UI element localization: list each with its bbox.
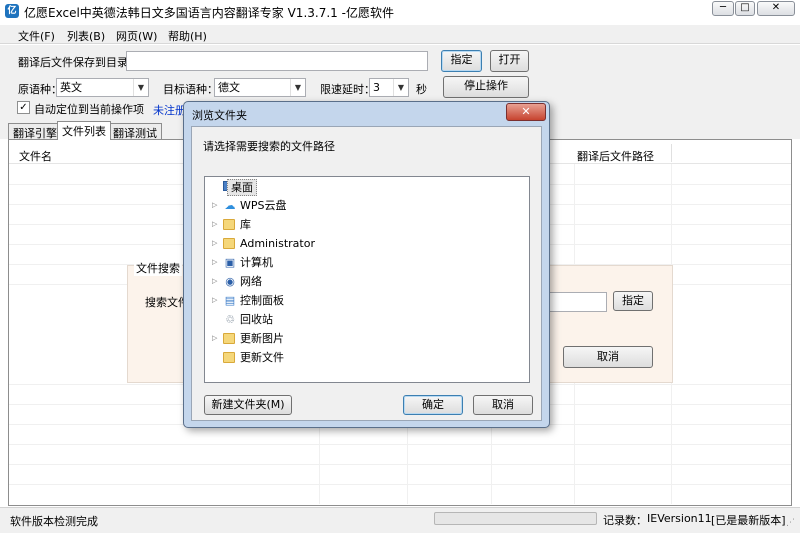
status-message: 软件版本检测完成 xyxy=(10,515,98,528)
delay-select[interactable]: 3 ▼ xyxy=(369,78,409,97)
grid-line xyxy=(9,444,791,445)
recycle-bin-icon: ♲ xyxy=(225,313,235,326)
tree-item-label: 桌面 xyxy=(227,179,257,196)
cloud-icon: ☁ xyxy=(224,199,236,212)
control-panel-icon: ▤ xyxy=(224,294,236,307)
resize-grip-icon[interactable]: ⋰ xyxy=(786,518,795,528)
expand-arrow-icon[interactable]: ▷ xyxy=(212,291,217,310)
dialog-title: 浏览文件夹 xyxy=(192,109,247,122)
target-lang-select[interactable]: 德文 ▼ xyxy=(214,78,306,97)
tree-item-control-panel[interactable]: ▷ ▤ 控制面板 xyxy=(205,291,529,310)
expand-arrow-icon[interactable]: ▷ xyxy=(212,234,217,253)
specify-dir-button[interactable]: 指定 xyxy=(441,50,482,72)
tree-item-computer[interactable]: ▷ ▣ 计算机 xyxy=(205,253,529,272)
user-folder-icon xyxy=(223,238,235,249)
tree-item-network[interactable]: ▷ ◉ 网络 xyxy=(205,272,529,291)
tree-item-label: 计算机 xyxy=(240,256,273,269)
tree-item-label: Administrator xyxy=(240,237,315,250)
chevron-down-icon: ▼ xyxy=(133,79,148,96)
dialog-prompt: 请选择需要搜索的文件路径 xyxy=(203,140,335,153)
restore-button[interactable]: □ xyxy=(735,1,755,16)
progress-bar xyxy=(434,512,597,525)
column-header-filename[interactable]: 文件名 xyxy=(19,148,52,164)
dialog-ok-button[interactable]: 确定 xyxy=(403,395,463,415)
expand-arrow-icon[interactable]: ▷ xyxy=(212,253,217,272)
dialog-body: 请选择需要搜索的文件路径 桌面 ▷ ☁ WPS云盘 ▷ 库 ▷ Administ… xyxy=(191,126,542,421)
minimize-button[interactable]: ─ xyxy=(712,1,734,16)
menu-bar: 文件(F) 列表(B) 网页(W) 帮助(H) xyxy=(0,25,800,44)
target-lang-value: 德文 xyxy=(218,81,240,94)
tab-translate-engine[interactable]: 翻译引擎 xyxy=(8,123,62,140)
tree-item-recycle-bin[interactable]: ♲ 回收站 xyxy=(205,310,529,329)
update-status: [已是最新版本] xyxy=(711,514,786,527)
tree-item-label: 库 xyxy=(240,218,251,231)
close-button[interactable]: ✕ xyxy=(757,1,795,16)
tree-item-update-files[interactable]: 更新文件 xyxy=(205,348,529,367)
library-icon xyxy=(223,219,235,230)
search-path-input[interactable] xyxy=(540,292,607,312)
tree-item-label: 更新图片 xyxy=(240,332,284,345)
tree-item-administrator[interactable]: ▷ Administrator xyxy=(205,234,529,253)
tree-item-label: 更新文件 xyxy=(240,351,284,364)
file-search-title: 文件搜索 xyxy=(134,260,182,276)
dialog-cancel-button[interactable]: 取消 xyxy=(473,395,533,415)
ie-version: IEVersion11 xyxy=(647,512,712,525)
app-icon: 亿 xyxy=(5,4,19,18)
tree-item-label: 控制面板 xyxy=(240,294,284,307)
chevron-down-icon: ▼ xyxy=(290,79,305,96)
grid-line xyxy=(9,464,791,465)
dialog-close-button[interactable]: ✕ xyxy=(506,103,546,121)
delay-label: 限速延时： xyxy=(320,83,375,96)
column-divider xyxy=(671,144,672,162)
browse-folder-dialog: 浏览文件夹 ✕ 请选择需要搜索的文件路径 桌面 ▷ ☁ WPS云盘 ▷ 库 ▷ … xyxy=(183,101,550,428)
tab-file-list[interactable]: 文件列表 xyxy=(57,121,111,140)
chevron-down-icon: ▼ xyxy=(393,79,408,96)
computer-icon: ▣ xyxy=(224,256,236,269)
seconds-label: 秒 xyxy=(416,83,427,96)
stop-button[interactable]: 停止操作 xyxy=(443,76,529,98)
window-title: 亿愿Excel中英德法韩日文多国语言内容翻译专家 V1.3.7.1 -亿愿软件 xyxy=(24,6,394,20)
title-bar: 亿 亿愿Excel中英德法韩日文多国语言内容翻译专家 V1.3.7.1 -亿愿软… xyxy=(0,0,800,22)
expand-arrow-icon[interactable]: ▷ xyxy=(212,196,217,215)
menu-help[interactable]: 帮助(H) xyxy=(168,28,207,44)
auto-locate-label: 自动定位到当前操作项 xyxy=(34,103,144,116)
new-folder-button[interactable]: 新建文件夹(M) xyxy=(204,395,292,415)
tree-item-library[interactable]: ▷ 库 xyxy=(205,215,529,234)
menu-web[interactable]: 网页(W) xyxy=(116,28,157,44)
expand-arrow-icon[interactable]: ▷ xyxy=(212,215,217,234)
target-lang-label: 目标语种： xyxy=(163,83,218,96)
expand-arrow-icon[interactable]: ▷ xyxy=(212,272,217,291)
tree-item-desktop[interactable]: 桌面 xyxy=(205,177,529,196)
save-dir-input[interactable] xyxy=(126,51,428,71)
column-header-translated-path[interactable]: 翻译后文件路径 xyxy=(577,148,654,164)
menu-file[interactable]: 文件(F) xyxy=(18,28,55,44)
records-label: 记录数： xyxy=(603,514,647,527)
grid-line xyxy=(9,484,791,485)
save-dir-label: 翻译后文件保存到目录： xyxy=(18,56,139,69)
tree-item-label: WPS云盘 xyxy=(240,199,287,212)
folder-tree[interactable]: 桌面 ▷ ☁ WPS云盘 ▷ 库 ▷ Administrator ▷ ▣ 计算机 xyxy=(204,176,530,383)
folder-icon xyxy=(223,352,235,363)
folder-icon xyxy=(223,333,235,344)
open-dir-button[interactable]: 打开 xyxy=(490,50,529,72)
tree-item-update-images[interactable]: ▷ 更新图片 xyxy=(205,329,529,348)
expand-arrow-icon[interactable]: ▷ xyxy=(212,329,217,348)
search-cancel-button[interactable]: 取消 xyxy=(563,346,653,368)
tree-item-label: 网络 xyxy=(240,275,262,288)
network-icon: ◉ xyxy=(225,275,235,288)
source-lang-value: 英文 xyxy=(60,81,82,94)
auto-locate-checkbox[interactable]: ✓ xyxy=(17,101,30,114)
delay-value: 3 xyxy=(373,81,380,94)
search-specify-button[interactable]: 指定 xyxy=(613,291,653,311)
unregistered-link[interactable]: 未注册 xyxy=(153,102,186,118)
source-lang-select[interactable]: 英文 ▼ xyxy=(56,78,149,97)
tab-translate-test[interactable]: 翻译测试 xyxy=(108,123,162,140)
tree-item-wps-cloud[interactable]: ▷ ☁ WPS云盘 xyxy=(205,196,529,215)
tree-item-label: 回收站 xyxy=(240,313,273,326)
menu-list[interactable]: 列表(B) xyxy=(67,28,105,44)
